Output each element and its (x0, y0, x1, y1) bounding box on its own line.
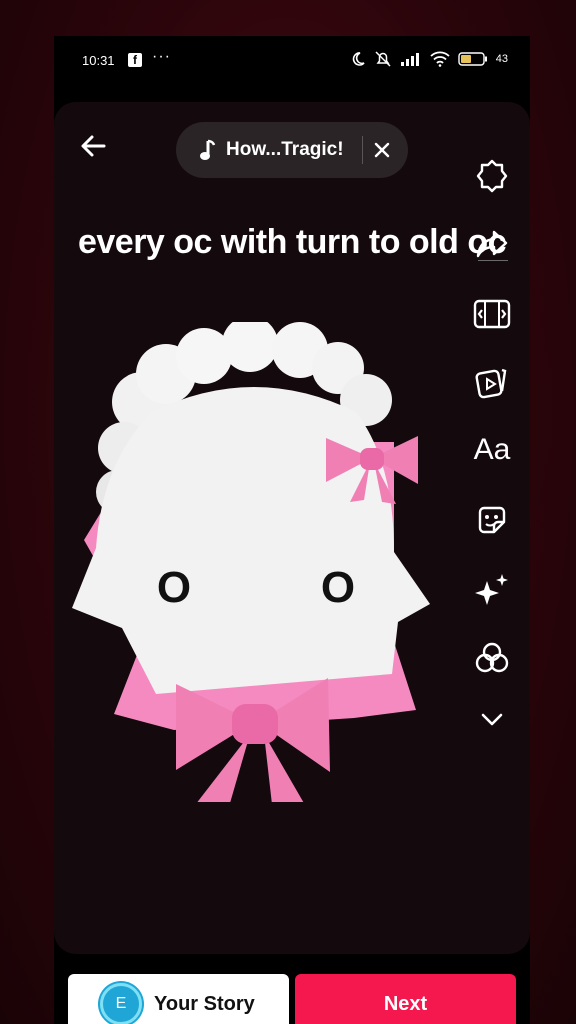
chevron-down-icon (481, 713, 503, 726)
sticker-icon (478, 506, 506, 534)
battery-icon (458, 52, 487, 66)
sound-title: How...Tragic! (226, 139, 344, 160)
battery-percent: 43 (495, 53, 508, 65)
video-template-icon (475, 368, 507, 399)
share-button[interactable] (472, 224, 512, 264)
status-bar: 10:31 f ··· 43 (54, 36, 530, 86)
settings-icon (476, 159, 508, 193)
status-icons: 43 (350, 50, 508, 68)
close-icon[interactable] (370, 138, 394, 162)
sticker-button[interactable] (472, 500, 512, 540)
signal-icon (400, 53, 419, 66)
effects-sparkle-icon (475, 574, 508, 605)
sound-selector[interactable]: How...Tragic! (176, 122, 408, 178)
mute-bell-icon (375, 51, 391, 67)
music-note-icon (200, 139, 216, 160)
rail-separator (478, 260, 508, 261)
text-tool-button[interactable]: Aa (472, 430, 512, 470)
phone-screen: 10:31 f ··· 43 How...Tragic! every oc wi… (54, 36, 530, 1024)
settings-button[interactable] (472, 156, 512, 196)
facebook-notification-icon: f (128, 53, 142, 67)
moon-icon (352, 52, 365, 66)
more-notifications-icon: ··· (152, 48, 171, 65)
effects-button[interactable] (472, 570, 512, 610)
video-template-button[interactable] (472, 362, 512, 402)
pill-divider (362, 136, 363, 164)
share-arrow-icon (476, 230, 508, 258)
your-story-button[interactable]: E Your Story (68, 974, 289, 1024)
story-editor-canvas[interactable]: How...Tragic! every oc with turn to old … (54, 102, 530, 954)
caption-text[interactable]: every oc with turn to old oc (54, 216, 530, 268)
sticker-artwork[interactable]: O O (54, 316, 530, 824)
avatar: E (100, 983, 142, 1024)
filters-icon (475, 642, 509, 673)
resize-icon (473, 299, 511, 329)
text-tool: Aa (473, 433, 511, 466)
right-eye: O (321, 563, 355, 612)
left-eye: O (157, 563, 191, 612)
filters-button[interactable] (472, 638, 512, 678)
more-tools-button[interactable] (472, 700, 512, 740)
your-story-label: Your Story (154, 992, 255, 1015)
bottom-action-bar: E Your Story Next (54, 972, 530, 1024)
resize-button[interactable] (472, 294, 512, 334)
wifi-icon (430, 51, 450, 67)
status-time: 10:31 (82, 53, 115, 68)
back-arrow-icon[interactable] (76, 128, 112, 164)
next-button[interactable]: Next (295, 974, 516, 1024)
